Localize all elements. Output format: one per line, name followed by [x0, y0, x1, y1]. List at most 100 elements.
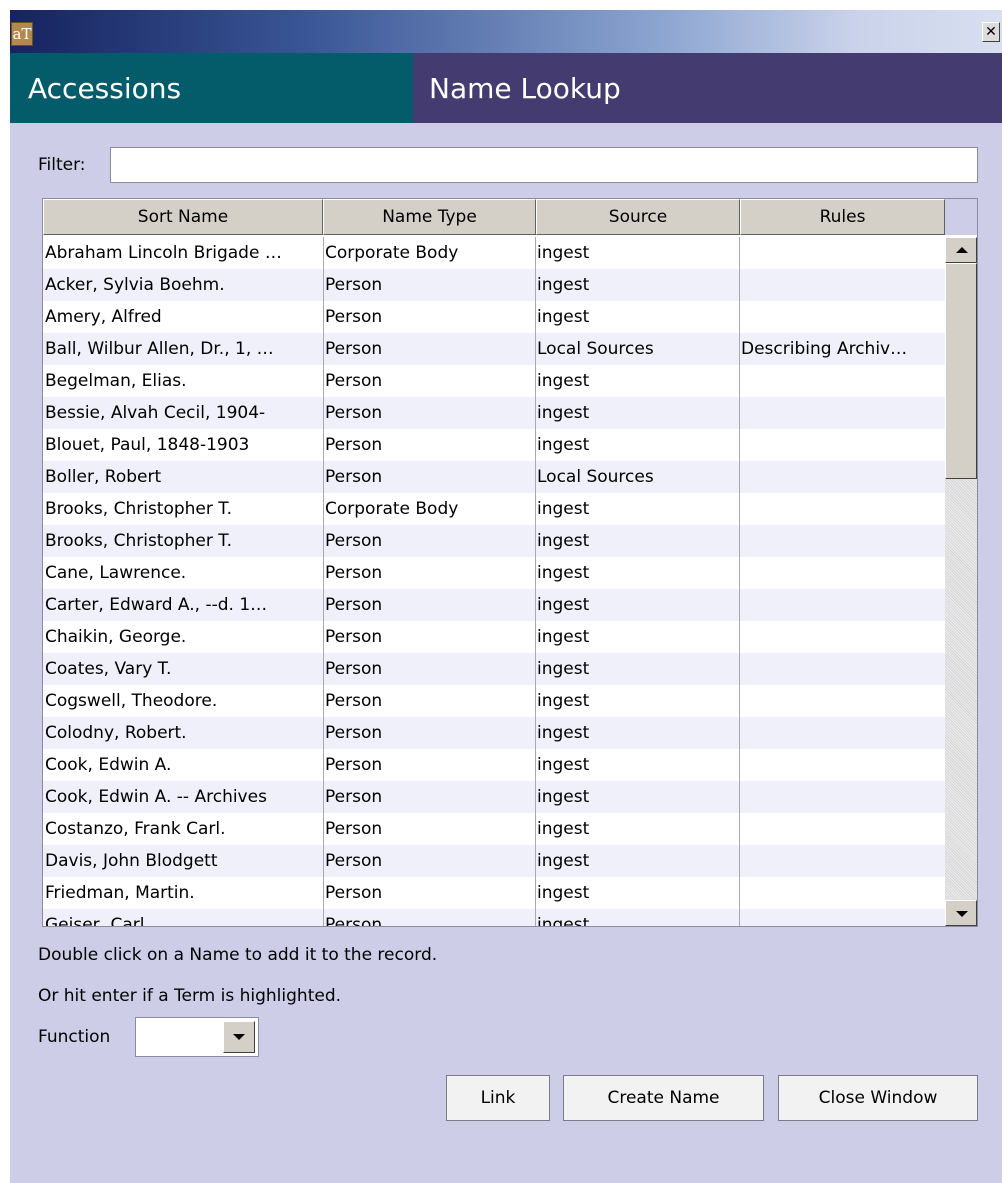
column-header-rules[interactable]: Rules — [740, 199, 945, 235]
table-row[interactable]: Blouet, Paul, 1848-1903 Person ingest — [43, 429, 945, 461]
table-row[interactable]: Begelman, Elias. Person ingest — [43, 365, 945, 397]
vertical-scrollbar[interactable] — [945, 237, 977, 926]
create-name-button[interactable]: Create Name — [563, 1075, 764, 1121]
table-row[interactable]: Chaikin, George. Person ingest — [43, 621, 945, 653]
cell-rules — [739, 909, 945, 926]
hint-enter: Or hit enter if a Term is highlighted. — [38, 986, 342, 1006]
column-divider — [739, 237, 740, 926]
cell-name-type: Person — [325, 275, 383, 295]
function-label: Function — [38, 1027, 111, 1047]
table-row[interactable]: Abraham Lincoln Brigade … Corporate Body i… — [43, 237, 945, 269]
cell-rules — [739, 781, 945, 813]
column-header-sort-name[interactable]: Sort Name — [43, 199, 323, 235]
table-row[interactable]: Bessie, Alvah Cecil, 1904- Person ingest — [43, 397, 945, 429]
cell-name-type: Person — [325, 563, 383, 583]
table-row[interactable]: Cook, Edwin A. Person ingest — [43, 749, 945, 781]
name-lookup-window: aT ✕ Accessions Name Lookup Filter: Sort… — [10, 10, 1002, 1183]
scroll-down-button[interactable] — [945, 900, 977, 926]
app-icon: aT — [11, 22, 33, 46]
cell-rules — [739, 717, 945, 749]
cell-name-type: Person — [325, 307, 383, 327]
cell-name-type: Person — [325, 403, 383, 423]
cell-sort-name: Cane, Lawrence. — [45, 563, 187, 583]
table-row[interactable]: Brooks, Christopher T. Corporate Body inge… — [43, 493, 945, 525]
table-row[interactable]: Cook, Edwin A. -- Archives Person ingest — [43, 781, 945, 813]
cell-name-type: Person — [325, 819, 383, 839]
dialog-header: Name Lookup — [413, 53, 1002, 123]
cell-source: ingest — [537, 819, 590, 839]
cell-rules — [739, 237, 945, 269]
cell-sort-name: Carter, Edward A., --d. 1… — [45, 595, 268, 615]
table-row[interactable]: Colodny, Robert. Person ingest — [43, 717, 945, 749]
column-header-source[interactable]: Source — [536, 199, 740, 235]
cell-name-type: Person — [325, 787, 383, 807]
cell-rules — [739, 877, 945, 909]
close-window-button-bottom[interactable]: Close Window — [778, 1075, 978, 1121]
cell-sort-name: Abraham Lincoln Brigade … — [45, 243, 282, 263]
cell-rules — [739, 589, 945, 621]
cell-name-type: Person — [325, 595, 383, 615]
cell-name-type: Person — [325, 371, 383, 391]
cell-source: ingest — [537, 883, 590, 903]
function-dropdown-button[interactable] — [223, 1021, 255, 1053]
filter-input[interactable] — [110, 147, 978, 183]
cell-source: ingest — [537, 499, 590, 519]
cell-source: ingest — [537, 243, 590, 263]
table-row[interactable]: Boller, Robert Person Local Sources — [43, 461, 945, 493]
table-row[interactable]: Acker, Sylvia Boehm. Person ingest — [43, 269, 945, 301]
link-button[interactable]: Link — [446, 1075, 550, 1121]
arrow-down-icon — [956, 911, 968, 917]
table-row[interactable]: Ball, Wilbur Allen, Dr., 1, … Person Local… — [43, 333, 945, 365]
cell-source: ingest — [537, 691, 590, 711]
cell-sort-name: Chaikin, George. — [45, 627, 187, 647]
cell-sort-name: Acker, Sylvia Boehm. — [45, 275, 225, 295]
cell-rules — [739, 461, 945, 493]
table-row[interactable]: Costanzo, Frank Carl. Person ingest — [43, 813, 945, 845]
cell-source: ingest — [537, 371, 590, 391]
cell-sort-name: Cook, Edwin A. -- Archives — [45, 787, 267, 807]
table-row[interactable]: Carter, Edward A., --d. 1… Person ingest — [43, 589, 945, 621]
table-row[interactable]: Cogswell, Theodore. Person ingest — [43, 685, 945, 717]
cell-source: Local Sources — [537, 339, 654, 359]
table-row[interactable]: Brooks, Christopher T. Person ingest — [43, 525, 945, 557]
scroll-thumb[interactable] — [945, 263, 977, 479]
table-row[interactable]: Geiser, Carl Person ingest — [43, 909, 945, 927]
function-select[interactable] — [135, 1017, 259, 1057]
cell-rules — [739, 621, 945, 653]
cell-rules — [739, 557, 945, 589]
cell-source: ingest — [537, 787, 590, 807]
title-bar[interactable]: aT ✕ — [10, 10, 1002, 53]
cell-sort-name: Bessie, Alvah Cecil, 1904- — [45, 403, 266, 423]
module-title: Accessions — [28, 72, 182, 105]
cell-rules — [739, 813, 945, 845]
column-header-name-type[interactable]: Name Type — [323, 199, 536, 235]
table-row[interactable]: Cane, Lawrence. Person ingest — [43, 557, 945, 589]
table-row[interactable]: Amery, Alfred Person ingest — [43, 301, 945, 333]
cell-name-type: Person — [325, 531, 383, 551]
module-header: Accessions — [10, 53, 413, 123]
table-row[interactable]: Friedman, Martin. Person ingest — [43, 877, 945, 909]
cell-rules — [739, 493, 945, 525]
table-row[interactable]: Coates, Vary T. Person ingest — [43, 653, 945, 685]
cell-source: ingest — [537, 307, 590, 327]
cell-source: ingest — [537, 531, 590, 551]
cell-name-type: Corporate Body — [325, 499, 459, 519]
cell-name-type: Person — [325, 435, 383, 455]
names-table: Sort Name Name Type Source Rules Abraham… — [42, 198, 978, 927]
cell-sort-name: Brooks, Christopher T. — [45, 499, 233, 519]
close-window-button[interactable]: ✕ — [982, 22, 1000, 42]
scroll-up-button[interactable] — [945, 237, 977, 263]
cell-name-type: Person — [325, 915, 383, 927]
cell-name-type: Person — [325, 339, 383, 359]
cell-source: ingest — [537, 435, 590, 455]
cell-name-type: Person — [325, 883, 383, 903]
cell-sort-name: Colodny, Robert. — [45, 723, 187, 743]
cell-sort-name: Geiser, Carl — [45, 915, 145, 927]
cell-source: ingest — [537, 275, 590, 295]
cell-rules — [739, 653, 945, 685]
cell-sort-name: Blouet, Paul, 1848-1903 — [45, 435, 250, 455]
cell-name-type: Person — [325, 467, 383, 487]
table-body: Abraham Lincoln Brigade … Corporate Body i… — [43, 237, 945, 927]
cell-rules — [739, 749, 945, 781]
table-row[interactable]: Davis, John Blodgett Person ingest — [43, 845, 945, 877]
